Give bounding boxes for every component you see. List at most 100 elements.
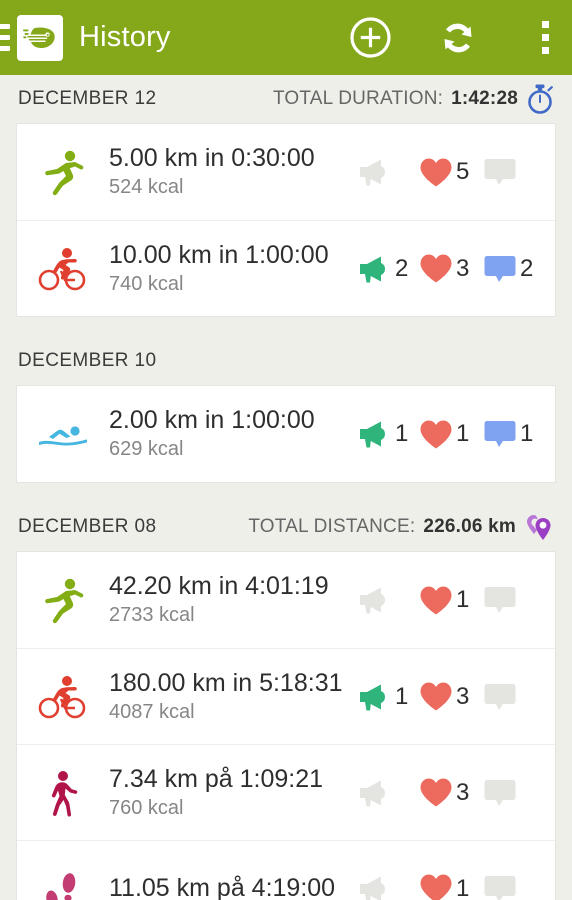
section-date: DECEMBER 08 [18, 516, 157, 537]
peptalk-button[interactable] [357, 778, 417, 808]
social-actions: 5 [357, 157, 541, 188]
like-button[interactable]: 1 [419, 585, 481, 616]
peptalk-button[interactable]: 1 [357, 419, 417, 449]
comment-button[interactable]: 1 [483, 419, 541, 449]
cycling-icon [17, 241, 109, 297]
hamburger-menu-icon[interactable] [0, 24, 10, 51]
comment-button[interactable]: 2 [483, 254, 541, 284]
megaphone-icon [357, 778, 392, 808]
section-header: DECEMBER 12 TOTAL DURATION: 1:42:28 [0, 75, 572, 123]
activity-row[interactable]: 42.20 km in 4:01:19 2733 kcal 1 [17, 552, 555, 648]
activity-title: 180.00 km in 5:18:31 [109, 668, 343, 697]
social-actions: 1 [357, 873, 541, 900]
activity-card: 42.20 km in 4:01:19 2733 kcal 1 180.00 km… [16, 551, 556, 900]
comment-button[interactable] [483, 778, 541, 808]
running-icon [17, 144, 109, 200]
like-button[interactable]: 3 [419, 777, 481, 808]
overflow-menu-button[interactable] [518, 0, 572, 75]
activity-row[interactable]: 11.05 km på 4:19:00 1 [17, 840, 555, 900]
activity-row[interactable]: 10.00 km in 1:00:00 740 kcal 2 3 2 [17, 220, 555, 316]
activity-text: 10.00 km in 1:00:00 740 kcal [109, 241, 351, 297]
like-button[interactable]: 1 [419, 873, 481, 900]
cycling-icon [17, 669, 109, 725]
heart-icon [419, 777, 453, 808]
like-button[interactable]: 3 [419, 681, 481, 712]
comment-count: 1 [520, 420, 534, 447]
social-actions: 2 3 2 [357, 253, 541, 284]
activity-text: 7.34 km på 1:09:21 760 kcal [109, 765, 351, 821]
activity-title: 7.34 km på 1:09:21 [109, 764, 324, 793]
activity-title: 42.20 km in 4:01:19 [109, 572, 329, 600]
comment-bubble-icon [483, 585, 517, 615]
menu-dot [541, 34, 549, 41]
comment-button[interactable] [483, 874, 541, 900]
activity-row[interactable]: 180.00 km in 5:18:31 4087 kcal 1 3 [17, 648, 555, 744]
comment-button[interactable] [483, 585, 541, 615]
like-button[interactable]: 3 [419, 253, 481, 284]
comment-button[interactable] [483, 682, 541, 712]
megaphone-icon [357, 682, 392, 712]
comment-button[interactable] [483, 157, 541, 187]
summary-label: TOTAL DURATION: [272, 88, 444, 109]
endomondo-logo-icon[interactable] [17, 14, 63, 61]
comment-count: 2 [520, 254, 534, 282]
peptalk-count: 2 [395, 254, 409, 282]
activity-text: 11.05 km på 4:19:00 [109, 874, 351, 900]
page-title: History [79, 21, 171, 53]
megaphone-icon [357, 874, 392, 900]
activity-text: 5.00 km in 0:30:00 524 kcal [109, 144, 351, 200]
history-list: DECEMBER 12 TOTAL DURATION: 1:42:28 5.00 k… [0, 75, 572, 900]
comment-bubble-icon [483, 157, 517, 187]
heart-icon [419, 681, 453, 712]
activity-calories: 2733 kcal [109, 604, 195, 626]
like-count: 1 [456, 874, 470, 900]
activity-card: 5.00 km in 0:30:00 524 kcal 5 10.00 km in… [16, 123, 556, 317]
activity-title: 10.00 km in 1:00:00 [109, 240, 329, 269]
activity-calories: 629 kcal [109, 438, 184, 460]
activity-row[interactable]: 2.00 km in 1:00:00 629 kcal 1 1 1 [17, 386, 555, 482]
menu-dot [541, 21, 549, 28]
peptalk-count: 1 [395, 682, 409, 710]
section-date: DECEMBER 12 [18, 88, 157, 109]
summary-value: 1:42:28 [451, 88, 518, 109]
sync-button[interactable] [428, 0, 488, 75]
social-actions: 1 3 [357, 681, 541, 712]
peptalk-button[interactable] [357, 585, 417, 615]
section-date: DECEMBER 10 [18, 350, 157, 371]
megaphone-icon [357, 254, 392, 284]
footprints-icon [17, 861, 109, 900]
comment-bubble-icon [483, 874, 517, 900]
activity-title: 11.05 km på 4:19:00 [109, 873, 336, 900]
like-button[interactable]: 5 [419, 157, 481, 188]
activity-calories: 740 kcal [109, 272, 184, 295]
activity-text: 42.20 km in 4:01:19 2733 kcal [109, 572, 351, 628]
like-button[interactable]: 1 [419, 419, 481, 450]
peptalk-button[interactable]: 2 [357, 254, 417, 284]
section-summary: TOTAL DURATION: 1:42:28 [273, 84, 554, 114]
add-activity-button[interactable] [340, 0, 400, 75]
comment-bubble-icon [483, 778, 517, 808]
running-icon [17, 572, 109, 628]
peptalk-button[interactable]: 1 [357, 682, 417, 712]
activity-title: 5.00 km in 0:30:00 [109, 144, 315, 172]
peptalk-button[interactable] [357, 157, 417, 187]
section-header: DECEMBER 10 [0, 337, 572, 385]
peptalk-button[interactable] [357, 874, 417, 900]
activity-calories: 524 kcal [109, 176, 184, 198]
activity-card: 2.00 km in 1:00:00 629 kcal 1 1 1 [16, 385, 556, 483]
social-actions: 1 1 1 [357, 419, 541, 450]
app-header: History [0, 0, 572, 75]
heart-icon [419, 873, 453, 900]
header-actions [340, 0, 572, 75]
comment-bubble-icon [483, 254, 517, 284]
hamburger-bar [0, 24, 10, 29]
activity-row[interactable]: 7.34 km på 1:09:21 760 kcal 3 [17, 744, 555, 840]
swimming-icon [17, 406, 109, 462]
social-actions: 3 [357, 777, 541, 808]
activity-calories: 4087 kcal [109, 700, 195, 723]
like-count: 3 [456, 682, 470, 710]
activity-row[interactable]: 5.00 km in 0:30:00 524 kcal 5 [17, 124, 555, 220]
stopwatch-icon [526, 84, 554, 114]
